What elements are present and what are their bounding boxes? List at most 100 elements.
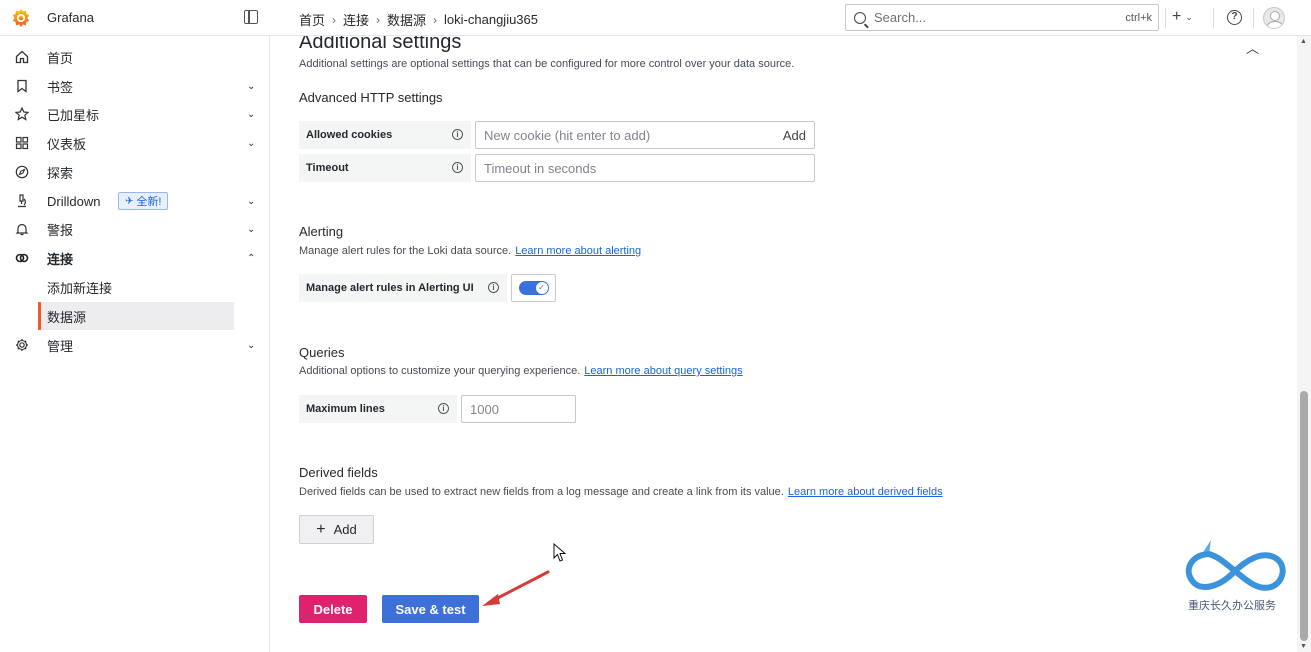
sidebar-item-connections[interactable]: 连接 ⌃	[0, 244, 270, 272]
sidebar-item-label: 已加星标	[47, 107, 100, 123]
divider	[1253, 8, 1254, 28]
chevron-right-icon: ›	[332, 12, 337, 27]
derived-fields-title: Derived fields	[299, 465, 378, 480]
sidebar-item-label: 书签	[47, 79, 74, 95]
sidebar-item-explore[interactable]: 探索	[0, 158, 270, 186]
search-shortcut: ctrl+k	[1125, 11, 1152, 24]
sidebar-item-label: 警报	[47, 222, 74, 238]
derived-desc-text: Derived fields can be used to extract ne…	[299, 486, 784, 498]
max-lines-input[interactable]	[470, 401, 646, 417]
sidebar-item-label: 连接	[47, 251, 74, 267]
scroll-down-icon[interactable]: ▼	[1300, 643, 1307, 650]
sidebar-item-label: 首页	[47, 50, 74, 66]
chevron-up-icon[interactable]: ︿	[1246, 38, 1259, 57]
timeout-label-text: Timeout	[306, 162, 349, 174]
new-badge-label: 全新!	[136, 196, 162, 208]
chevron-down-icon[interactable]: ⌄	[247, 109, 255, 120]
sidebar-item-add-connection[interactable]: 添加新连接	[0, 273, 270, 301]
info-icon[interactable]: i	[452, 162, 463, 173]
add-cookie-button[interactable]: Add	[783, 128, 806, 143]
timeout-field[interactable]	[475, 154, 815, 182]
page-scrollbar[interactable]: ▲ ▼	[1297, 36, 1311, 652]
home-icon	[15, 50, 29, 64]
new-menu-button[interactable]: + ⌄	[1172, 9, 1193, 25]
search-input[interactable]	[874, 10, 1126, 25]
sidebar-item-bookmarks[interactable]: 书签 ⌄	[0, 72, 270, 100]
gear-icon	[16, 339, 28, 351]
add-derived-field-button[interactable]: + Add	[299, 515, 374, 544]
bookmark-icon	[17, 79, 27, 93]
queries-desc-text: Additional options to customize your que…	[299, 365, 581, 377]
chevron-down-icon[interactable]: ⌄	[247, 138, 255, 149]
scroll-up-icon[interactable]: ▲	[1300, 38, 1307, 45]
queries-learn-more-link[interactable]: Learn more about query settings	[584, 365, 742, 377]
sidebar-item-label: 数据源	[47, 309, 87, 325]
breadcrumb-datasources[interactable]: 数据源	[387, 10, 426, 29]
additional-settings-desc: Additional settings are optional setting…	[299, 58, 795, 70]
alerting-desc: Manage alert rules for the Loki data sou…	[299, 245, 641, 257]
queries-desc: Additional options to customize your que…	[299, 365, 743, 377]
bell-icon	[15, 223, 29, 236]
search-icon	[854, 11, 866, 24]
chevron-right-icon: ›	[433, 12, 438, 27]
sidebar-item-administration[interactable]: 管理 ⌄	[0, 331, 270, 359]
http-settings-title: Advanced HTTP settings	[299, 90, 443, 105]
user-avatar[interactable]	[1263, 7, 1285, 29]
timeout-input[interactable]	[484, 160, 806, 176]
app-title[interactable]: Grafana	[47, 10, 94, 25]
add-derived-label: Add	[333, 522, 357, 537]
link-icon	[15, 253, 29, 263]
derived-fields-desc: Derived fields can be used to extract ne…	[299, 486, 943, 498]
sidebar-item-alerting[interactable]: 警报 ⌄	[0, 215, 270, 243]
sidebar-item-drilldown[interactable]: Drilldown ✈ 全新! ⌄	[0, 187, 270, 215]
queries-title: Queries	[299, 345, 345, 360]
info-icon[interactable]: i	[488, 282, 499, 293]
watermark: 重庆长久办公服务	[1183, 535, 1287, 615]
dock-menu-icon[interactable]	[244, 10, 258, 24]
allowed-cookies-input[interactable]	[484, 127, 783, 143]
derived-learn-more-link[interactable]: Learn more about derived fields	[788, 486, 943, 498]
allowed-cookies-label-text: Allowed cookies	[306, 129, 393, 141]
sidebar-item-label: 管理	[47, 338, 74, 354]
compass-icon	[15, 165, 29, 179]
sidebar-item-dashboards[interactable]: 仪表板 ⌄	[0, 129, 270, 157]
sidebar-item-starred[interactable]: 已加星标 ⌄	[0, 100, 270, 128]
sidebar-item-datasources[interactable]: 数据源	[38, 302, 234, 330]
alerting-desc-text: Manage alert rules for the Loki data sou…	[299, 245, 512, 257]
star-icon	[15, 107, 29, 121]
plus-icon: +	[316, 520, 326, 538]
new-badge: ✈ 全新!	[118, 192, 169, 210]
sidebar-item-label: Drilldown	[47, 193, 101, 209]
grafana-logo-icon[interactable]	[10, 7, 32, 29]
additional-settings-title: Additional settings	[299, 36, 462, 53]
chevron-up-icon[interactable]: ⌃	[247, 253, 255, 264]
delete-button[interactable]: Delete	[299, 595, 367, 623]
info-icon[interactable]: i	[438, 403, 449, 414]
chevron-down-icon[interactable]: ⌄	[247, 196, 255, 207]
annotation-arrow-icon	[482, 570, 550, 606]
save-test-button[interactable]: Save & test	[382, 595, 479, 623]
dashboard-grid-icon	[15, 136, 29, 150]
sidebar-item-label: 添加新连接	[47, 280, 113, 296]
alerting-learn-more-link[interactable]: Learn more about alerting	[515, 245, 641, 257]
alert-rules-toggle[interactable]	[518, 281, 549, 295]
breadcrumb: 首页 › 连接 › 数据源 › loki-changjiu365	[299, 10, 538, 29]
chevron-down-icon[interactable]: ⌄	[247, 224, 255, 235]
plus-icon: +	[1172, 8, 1182, 25]
sidebar-item-label: 仪表板	[47, 136, 87, 152]
chevron-down-icon[interactable]: ⌄	[247, 340, 255, 351]
breadcrumb-connections[interactable]: 连接	[343, 10, 369, 29]
search-bar[interactable]: ctrl+k	[845, 4, 1159, 31]
rocket-icon: ✈	[125, 195, 134, 207]
info-icon[interactable]: i	[452, 129, 463, 140]
chevron-down-icon[interactable]: ⌄	[247, 81, 255, 92]
scrollbar-thumb[interactable]	[1300, 391, 1308, 641]
max-lines-field[interactable]	[461, 395, 646, 423]
top-bar: Grafana 首页 › 连接 › 数据源 › loki-changjiu365…	[0, 0, 1311, 36]
help-icon[interactable]: ?	[1227, 10, 1242, 25]
sidebar-item-home[interactable]: 首页	[0, 43, 270, 71]
alerting-title: Alerting	[299, 224, 344, 239]
breadcrumb-home[interactable]: 首页	[299, 10, 325, 29]
allowed-cookies-field[interactable]: Add	[475, 121, 815, 149]
divider	[1165, 8, 1166, 28]
